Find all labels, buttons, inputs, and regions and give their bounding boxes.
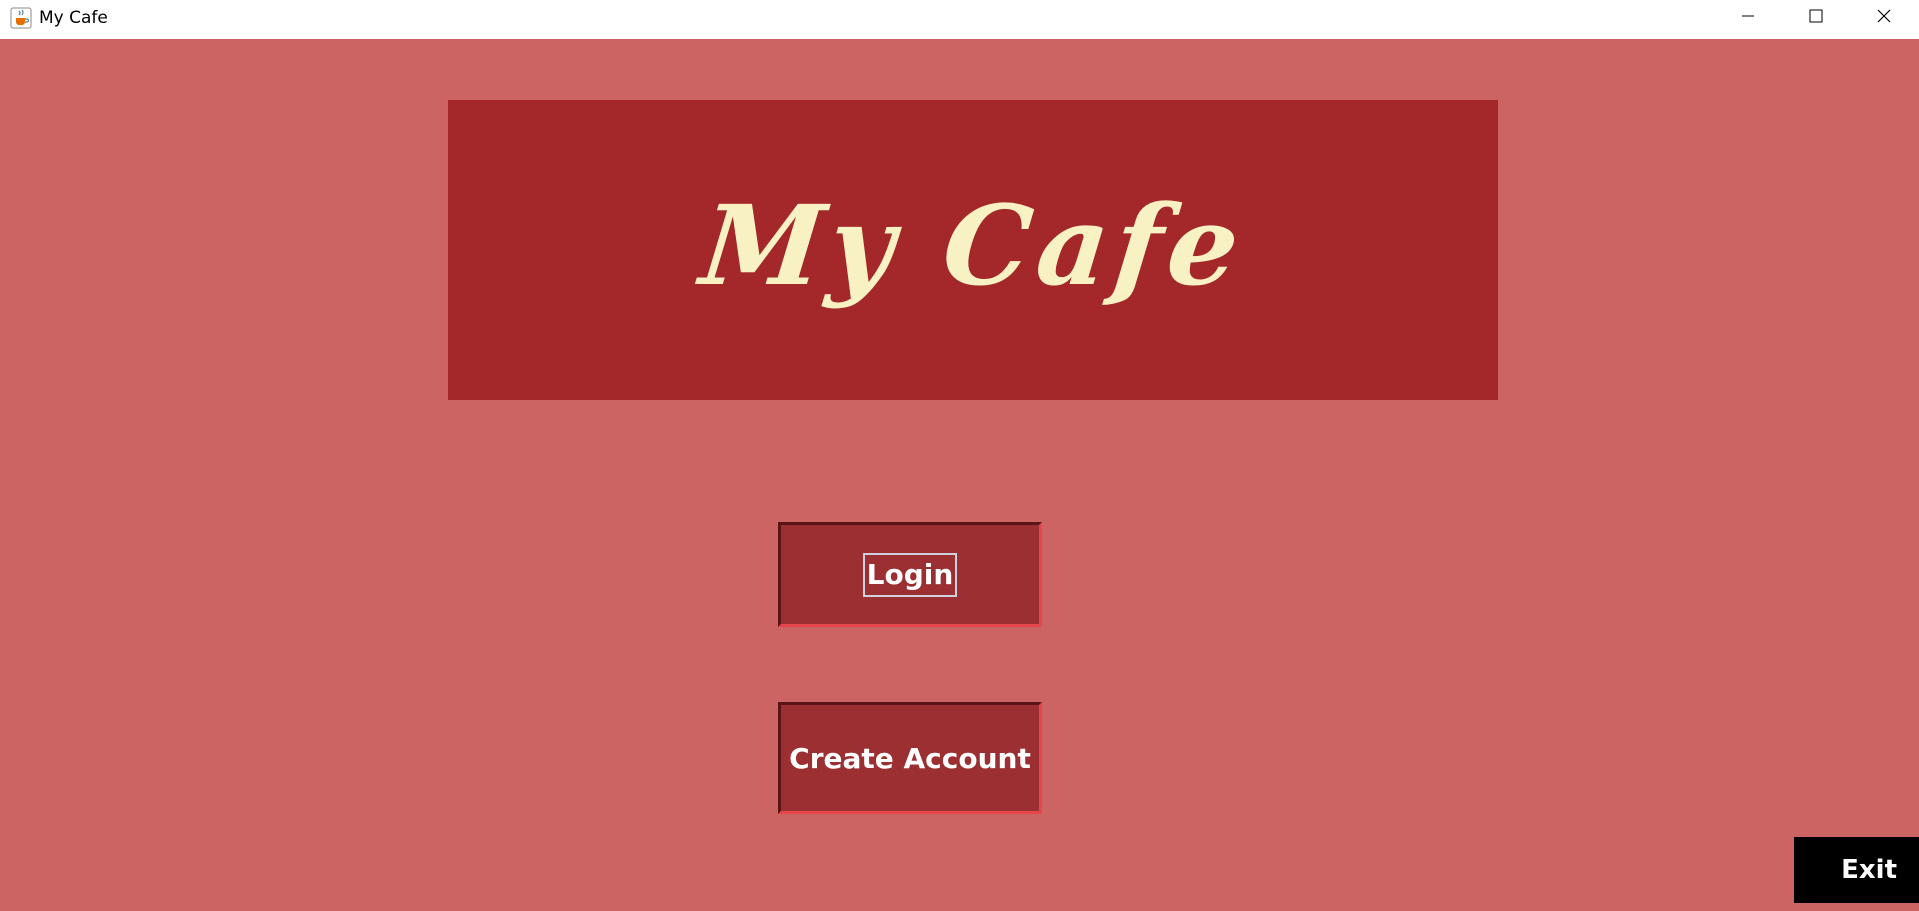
minimize-icon bbox=[1740, 8, 1756, 29]
create-account-button[interactable]: Create Account bbox=[778, 702, 1042, 814]
title-banner: My Cafe bbox=[448, 100, 1498, 400]
java-cup-icon bbox=[10, 7, 32, 29]
exit-button[interactable]: Exit bbox=[1794, 837, 1919, 903]
minimize-button[interactable] bbox=[1714, 0, 1782, 36]
close-button[interactable] bbox=[1850, 0, 1918, 36]
close-icon bbox=[1876, 8, 1892, 29]
window-title: My Cafe bbox=[39, 8, 108, 28]
login-button-label: Login bbox=[862, 552, 958, 597]
maximize-button[interactable] bbox=[1782, 0, 1850, 36]
exit-button-label: Exit bbox=[1841, 855, 1897, 885]
banner-title: My Cafe bbox=[695, 180, 1251, 310]
app-window: My Cafe My Cafe Login Create Account Exi… bbox=[0, 0, 1919, 911]
title-bar[interactable]: My Cafe bbox=[0, 0, 1919, 39]
create-account-button-label: Create Account bbox=[789, 741, 1031, 775]
maximize-icon bbox=[1808, 8, 1824, 29]
login-button[interactable]: Login bbox=[778, 522, 1042, 627]
main-panel: My Cafe Login Create Account Exit bbox=[0, 39, 1919, 911]
